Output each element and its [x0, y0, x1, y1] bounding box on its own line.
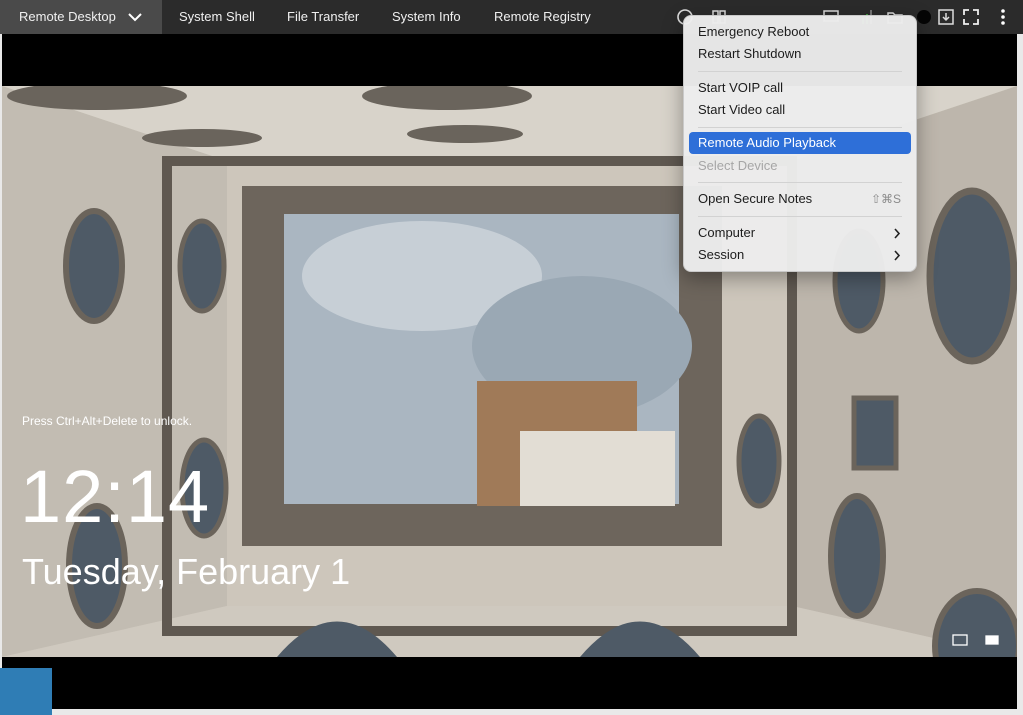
- menu-item-restart-shutdown[interactable]: Restart Shutdown: [689, 43, 911, 65]
- chevron-right-icon: [894, 228, 901, 239]
- lock-date: Tuesday, February 1: [22, 551, 351, 592]
- menu-item-label: Computer: [698, 225, 756, 240]
- chevron-right-icon: [894, 250, 901, 261]
- fullscreen-icon[interactable]: [962, 8, 980, 26]
- download-icon[interactable]: [937, 8, 955, 26]
- actions-menu: Emergency Reboot Restart Shutdown Start …: [683, 15, 917, 272]
- tab-remote-registry-label: Remote Registry: [494, 9, 591, 24]
- left-status-strip: [0, 668, 52, 715]
- menu-separator: [698, 71, 902, 72]
- menu-item-select-device: Select Device: [689, 155, 911, 177]
- tab-remote-desktop[interactable]: Remote Desktop: [0, 0, 162, 34]
- menu-item-session[interactable]: Session: [689, 244, 911, 266]
- menu-item-label: Remote Audio Playback: [698, 135, 837, 150]
- menu-item-remote-audio-playback[interactable]: Remote Audio Playback: [689, 132, 911, 154]
- menu-item-label: Emergency Reboot: [698, 24, 810, 39]
- menu-item-emergency-reboot[interactable]: Emergency Reboot: [689, 21, 911, 43]
- keyboard-icon[interactable]: [952, 633, 968, 647]
- menu-separator: [698, 182, 902, 183]
- tab-remote-desktop-label: Remote Desktop: [19, 9, 116, 24]
- tab-file-transfer[interactable]: File Transfer: [287, 0, 359, 34]
- menu-item-start-video-call[interactable]: Start Video call: [689, 99, 911, 121]
- shortcut-label: ⇧⌘S: [870, 192, 901, 206]
- tab-system-shell-label: System Shell: [179, 9, 255, 24]
- tab-system-shell[interactable]: System Shell: [179, 0, 255, 34]
- tab-file-transfer-label: File Transfer: [287, 9, 360, 24]
- menu-item-label: Restart Shutdown: [698, 46, 802, 61]
- battery-icon[interactable]: [985, 633, 1001, 647]
- menu-separator: [698, 216, 902, 217]
- chevron-down-icon[interactable]: [127, 11, 143, 23]
- more-icon[interactable]: [994, 8, 1012, 26]
- menu-item-label: Start Video call: [698, 102, 786, 117]
- record-icon[interactable]: [915, 8, 933, 26]
- menu-item-label: Start VOIP call: [698, 80, 784, 95]
- menu-item-label: Open Secure Notes: [698, 191, 813, 206]
- menu-item-start-voip-call[interactable]: Start VOIP call: [689, 77, 911, 99]
- menu-item-label: Session: [698, 247, 745, 262]
- menu-item-open-secure-notes[interactable]: Open Secure Notes ⇧⌘S: [689, 188, 911, 210]
- menu-item-label: Select Device: [698, 158, 778, 173]
- tab-system-info[interactable]: System Info: [392, 0, 461, 34]
- lock-clock: 12:14: [20, 455, 211, 538]
- tab-system-info-label: System Info: [392, 9, 461, 24]
- unlock-hint: Press Ctrl+Alt+Delete to unlock.: [22, 414, 193, 428]
- menu-item-computer[interactable]: Computer: [689, 222, 911, 244]
- tab-remote-registry[interactable]: Remote Registry: [494, 0, 591, 34]
- menu-separator: [698, 127, 902, 128]
